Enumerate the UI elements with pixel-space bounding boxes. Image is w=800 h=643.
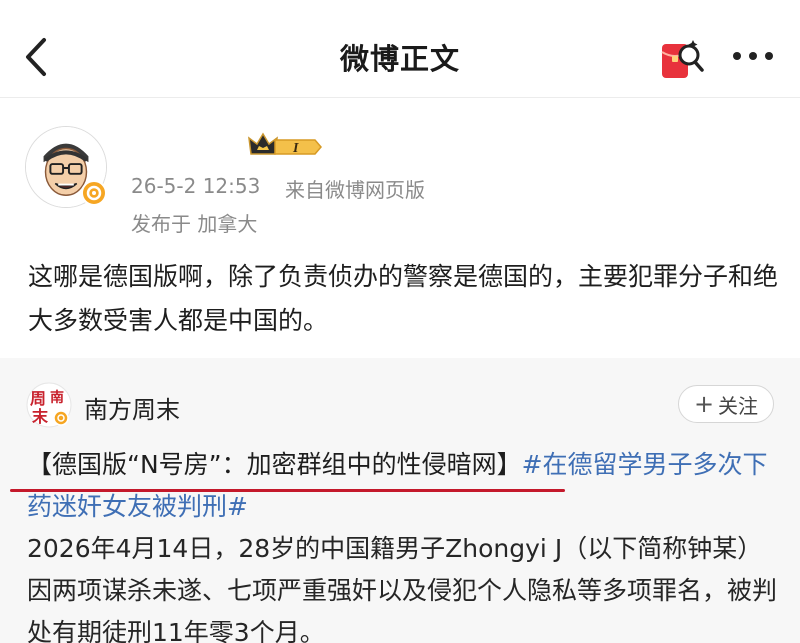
plus-icon: + xyxy=(693,390,715,418)
logo-char-nan: 南 xyxy=(50,389,64,406)
follow-button[interactable]: + 关注 xyxy=(678,385,774,423)
author-avatar[interactable] xyxy=(25,126,109,210)
reposted-post[interactable]: 周 南 末 南方周末 + 关注 【德国版“N号房”：加密群组中的性侵暗网】#在德… xyxy=(0,358,800,643)
logo-char-mo: 末 xyxy=(32,407,49,426)
follow-label: 关注 xyxy=(718,393,759,418)
verified-icon xyxy=(81,180,107,206)
repost-body: 2026年4月14日，28岁的中国籍男子Zhongyi J（以下简称钟某）因两项… xyxy=(27,534,778,643)
top-nav-bar: 微博正文 xyxy=(0,0,800,98)
post-location: 发布于 加拿大 xyxy=(131,212,258,236)
repost-author-name[interactable]: 南方周末 xyxy=(84,390,180,425)
post-time: 26-5-2 12:53 xyxy=(131,174,261,198)
repost-text: 【德国版“N号房”：加密群组中的性侵暗网】#在德留学男子多次下药迷奸女友被判刑#… xyxy=(27,444,777,643)
post-source: 来自微博网页版 xyxy=(285,178,425,202)
crown-level-text: I xyxy=(292,141,299,156)
southern-weekly-logo[interactable]: 周 南 末 xyxy=(26,382,72,428)
more-dots-icon[interactable] xyxy=(729,42,777,70)
red-packet-icon[interactable] xyxy=(659,36,705,82)
red-annotation-underline xyxy=(10,489,565,492)
logo-char-zhou: 周 xyxy=(30,389,46,408)
post-text: 这哪是德国版啊，除了负责侦办的警察是德国的，主要犯罪分子和绝大多数受害人都是中国… xyxy=(28,262,779,335)
crown-level-badge[interactable]: I xyxy=(247,132,323,162)
weibo-post: I 26-5-2 12:53 来自微博网页版 发布于 加拿大 这哪是德国版啊，除… xyxy=(0,98,800,358)
repost-headline: 【德国版“N号房”：加密群组中的性侵暗网】 xyxy=(27,450,522,479)
